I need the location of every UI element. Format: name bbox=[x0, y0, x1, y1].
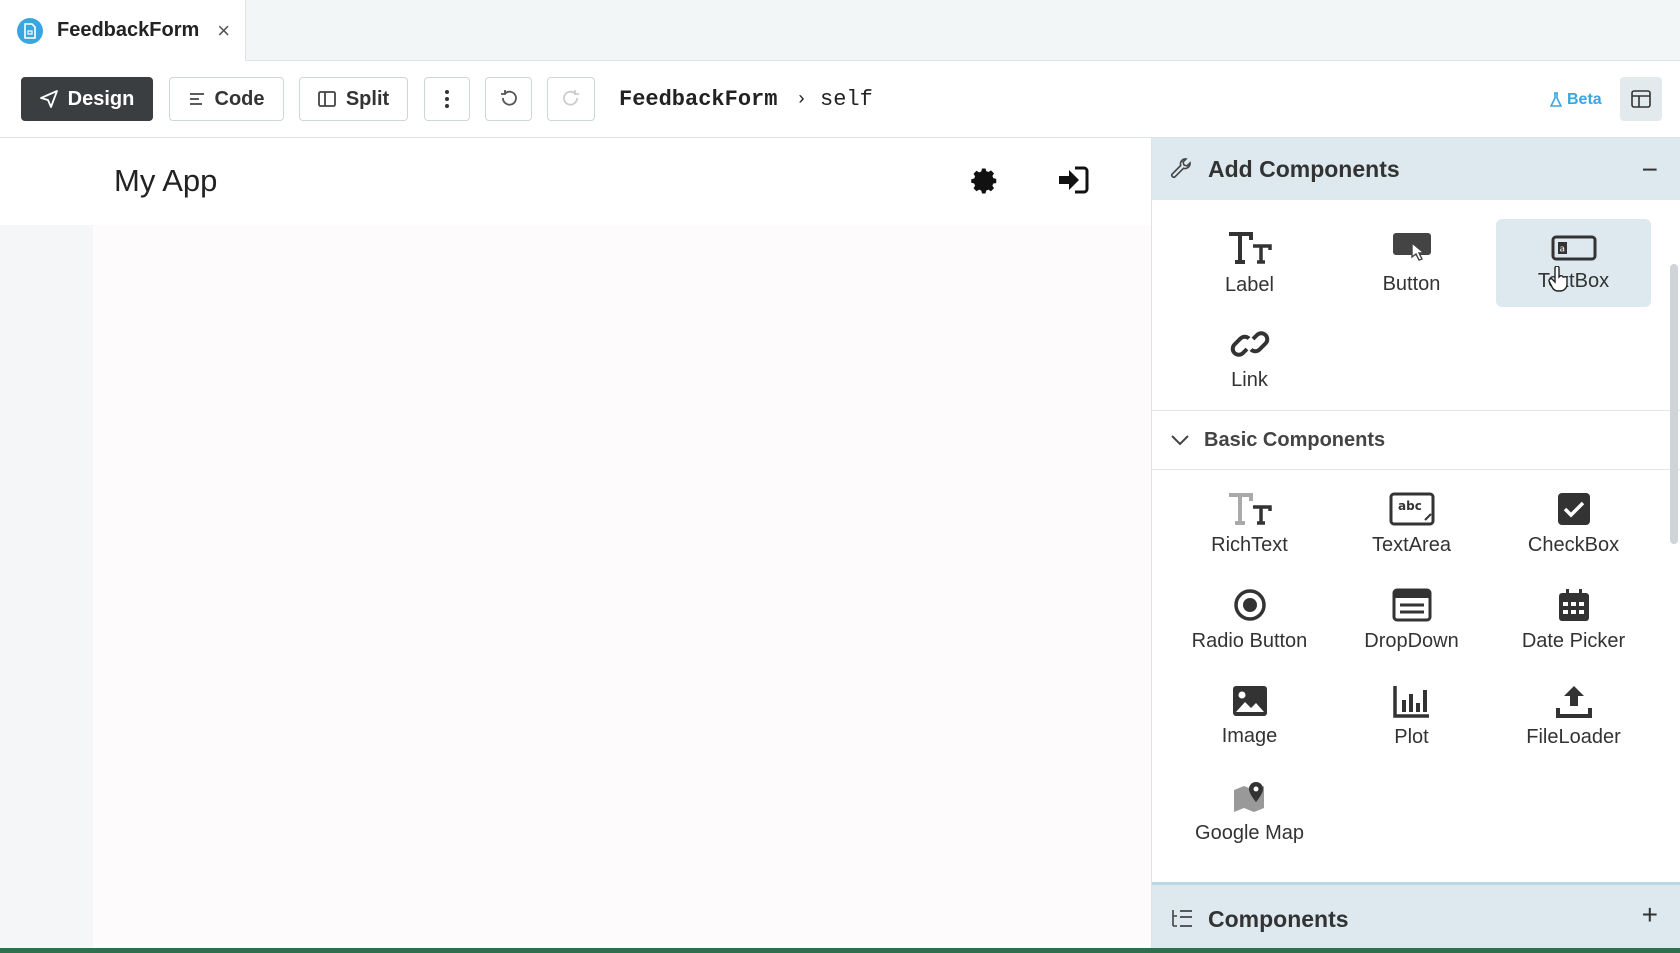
component-label-text: Label bbox=[1225, 273, 1274, 296]
textarea-icon: abc bbox=[1389, 492, 1434, 525]
design-canvas[interactable]: My App bbox=[0, 138, 1151, 953]
component-radio-button[interactable]: Radio Button bbox=[1172, 576, 1327, 664]
component-radio-button-text: Radio Button bbox=[1191, 629, 1308, 652]
component-plot-text: Plot bbox=[1394, 725, 1429, 748]
expand-button[interactable]: + bbox=[1642, 899, 1658, 931]
file-icon bbox=[17, 17, 43, 44]
status-strip bbox=[0, 948, 1680, 953]
align-left-icon bbox=[189, 93, 204, 105]
breadcrumb-form[interactable]: FeedbackForm bbox=[619, 61, 777, 138]
link-icon bbox=[1230, 330, 1269, 357]
app-navbar: My App bbox=[0, 138, 1151, 225]
bar-chart-icon bbox=[1392, 685, 1429, 718]
collapse-button[interactable]: − bbox=[1642, 154, 1658, 186]
component-label[interactable]: Label bbox=[1172, 219, 1327, 307]
component-richtext[interactable]: RichText bbox=[1172, 480, 1327, 568]
tab-title: FeedbackForm bbox=[57, 19, 200, 41]
gear-icon[interactable] bbox=[970, 166, 1000, 196]
image-icon bbox=[1232, 685, 1267, 716]
component-fileloader-text: FileLoader bbox=[1526, 725, 1621, 748]
checkbox-icon bbox=[1557, 492, 1590, 525]
breadcrumb-separator: › bbox=[796, 89, 807, 110]
sign-in-icon[interactable] bbox=[1057, 166, 1089, 194]
chevron-down-icon bbox=[1171, 435, 1189, 446]
calendar-icon bbox=[1558, 588, 1589, 621]
radio-icon bbox=[1233, 588, 1266, 621]
svg-text:a: a bbox=[1559, 244, 1565, 254]
more-button[interactable] bbox=[424, 77, 470, 121]
breadcrumb-self[interactable]: self bbox=[820, 61, 873, 138]
wrench-icon bbox=[1171, 158, 1191, 178]
components-panel: Add Components − Label Button a TextBox … bbox=[1151, 138, 1680, 953]
component-link[interactable]: Link bbox=[1172, 315, 1327, 403]
undo-button[interactable] bbox=[485, 77, 532, 121]
add-components-header[interactable]: Add Components − bbox=[1152, 138, 1680, 200]
layout-icon bbox=[1631, 90, 1651, 108]
richtext-icon bbox=[1228, 492, 1272, 525]
layout-toggle-button[interactable] bbox=[1620, 77, 1662, 121]
component-textarea[interactable]: abc TextArea bbox=[1334, 480, 1489, 568]
component-image-text: Image bbox=[1221, 724, 1278, 747]
hand-cursor-icon bbox=[1548, 266, 1568, 292]
dropdown-icon bbox=[1392, 588, 1431, 621]
text-icon bbox=[1228, 231, 1272, 264]
tab-feedbackform[interactable]: FeedbackForm × bbox=[0, 0, 246, 61]
beta-label: Beta bbox=[1567, 90, 1602, 108]
beta-badge[interactable]: Beta bbox=[1550, 61, 1602, 138]
code-button[interactable]: Code bbox=[169, 77, 284, 121]
tab-bar: FeedbackForm × bbox=[0, 0, 1680, 61]
basic-components-section[interactable]: Basic Components bbox=[1152, 410, 1680, 470]
component-fileloader[interactable]: FileLoader bbox=[1496, 672, 1651, 760]
component-link-text: Link bbox=[1231, 368, 1268, 391]
map-pin-icon bbox=[1233, 781, 1264, 812]
component-checkbox-text: CheckBox bbox=[1527, 533, 1620, 556]
undo-icon bbox=[500, 90, 517, 106]
design-button[interactable]: Design bbox=[21, 77, 153, 121]
panel-scrollbar[interactable] bbox=[1670, 264, 1678, 544]
redo-icon bbox=[563, 90, 579, 106]
toolbar: Design Code Split FeedbackForm › self Be… bbox=[0, 61, 1680, 138]
component-textarea-text: TextArea bbox=[1372, 533, 1451, 556]
more-vertical-icon bbox=[445, 90, 449, 108]
component-textbox[interactable]: a TextBox bbox=[1496, 219, 1651, 307]
columns-icon bbox=[317, 91, 336, 107]
component-google-map[interactable]: Google Map bbox=[1172, 768, 1327, 856]
add-components-title: Add Components bbox=[1208, 155, 1400, 182]
code-label: Code bbox=[214, 87, 265, 110]
app-title[interactable]: My App bbox=[114, 163, 217, 199]
component-date-picker-text: Date Picker bbox=[1521, 629, 1626, 652]
component-checkbox[interactable]: CheckBox bbox=[1496, 480, 1651, 568]
component-button-text: Button bbox=[1382, 272, 1441, 295]
tree-list-icon bbox=[1172, 910, 1192, 927]
component-button[interactable]: Button bbox=[1334, 219, 1489, 307]
design-label: Design bbox=[67, 87, 135, 110]
component-dropdown-text: DropDown bbox=[1364, 629, 1459, 652]
basic-components-title: Basic Components bbox=[1204, 428, 1386, 451]
component-richtext-text: RichText bbox=[1211, 533, 1288, 556]
button-icon bbox=[1392, 232, 1431, 261]
textbox-icon: a bbox=[1551, 235, 1596, 260]
components-header[interactable]: Components + bbox=[1152, 882, 1680, 953]
component-plot[interactable]: Plot bbox=[1334, 672, 1489, 760]
components-title: Components bbox=[1208, 905, 1349, 932]
component-date-picker[interactable]: Date Picker bbox=[1496, 576, 1651, 664]
component-image[interactable]: Image bbox=[1172, 672, 1327, 760]
split-button[interactable]: Split bbox=[299, 77, 408, 121]
component-dropdown[interactable]: DropDown bbox=[1334, 576, 1489, 664]
component-google-map-text: Google Map bbox=[1195, 821, 1304, 844]
canvas-body[interactable] bbox=[93, 225, 1151, 953]
canvas-gutter bbox=[0, 225, 93, 953]
svg-text:abc: abc bbox=[1398, 499, 1422, 513]
redo-button[interactable] bbox=[547, 77, 595, 121]
split-label: Split bbox=[345, 87, 390, 110]
flask-icon bbox=[1550, 91, 1562, 107]
upload-icon bbox=[1555, 685, 1592, 718]
send-icon bbox=[39, 90, 58, 108]
close-icon[interactable]: × bbox=[217, 18, 230, 44]
